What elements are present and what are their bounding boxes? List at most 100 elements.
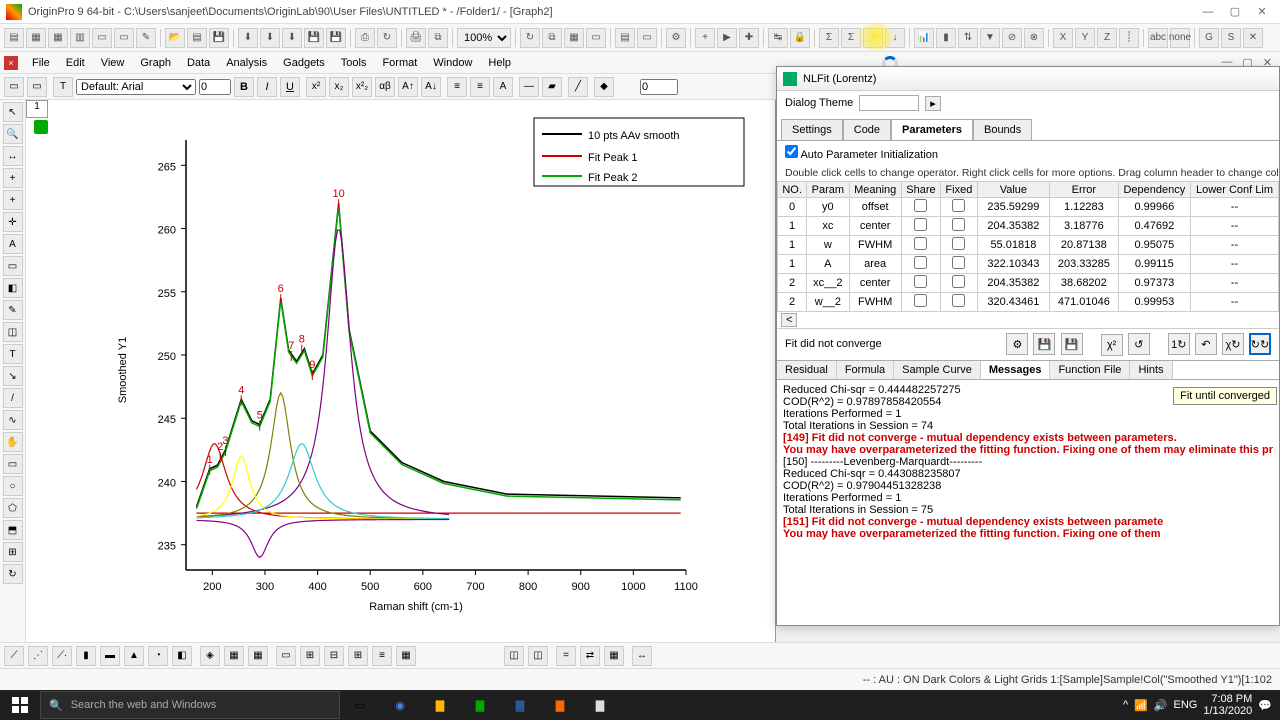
mask-tool-icon[interactable]: ◧ <box>3 278 23 298</box>
tray-up-icon[interactable]: ^ <box>1123 699 1128 711</box>
import-single-icon[interactable]: ⬇ <box>260 28 280 48</box>
lock-icon[interactable]: 🔒 <box>790 28 810 48</box>
param-row[interactable]: 0y0offset235.592991.122830.99966-- <box>778 198 1279 217</box>
region-tool-icon[interactable]: ◫ <box>3 322 23 342</box>
pan-tool-icon[interactable]: ↔ <box>3 146 23 166</box>
duplicate-icon[interactable]: ⧉ <box>428 28 448 48</box>
rescale-icon[interactable]: ↔ <box>632 646 652 666</box>
text-tool-icon[interactable]: T <box>3 344 23 364</box>
scroll-left-icon[interactable]: < <box>781 313 797 327</box>
lower-tab-messages[interactable]: Messages <box>981 361 1051 379</box>
new-matrix-icon[interactable]: ▦ <box>48 28 68 48</box>
font-button-icon[interactable]: T <box>53 77 73 97</box>
zoom-in-tool-icon[interactable]: 🔍 <box>3 124 23 144</box>
menu-analysis[interactable]: Analysis <box>218 55 275 71</box>
digitizer-icon[interactable]: ✚ <box>739 28 759 48</box>
mask-icon[interactable]: ⊘ <box>1002 28 1022 48</box>
parameter-table[interactable]: NO.ParamMeaningShareFixedValueErrorDepen… <box>777 181 1279 311</box>
tray-language-icon[interactable]: ENG <box>1174 699 1198 711</box>
open-icon[interactable]: 📂 <box>165 28 185 48</box>
filter-icon[interactable]: ▼ <box>980 28 1000 48</box>
menu-format[interactable]: Format <box>374 55 425 71</box>
menu-gadgets[interactable]: Gadgets <box>275 55 333 71</box>
multi-y-icon[interactable]: ≡ <box>372 646 392 666</box>
3d-plot-icon[interactable]: ◧ <box>172 646 192 666</box>
excel-icon[interactable]: ▇ <box>460 690 500 720</box>
save-icon[interactable]: 💾 <box>209 28 229 48</box>
image-icon[interactable]: ▦ <box>248 646 268 666</box>
minimize-button[interactable]: — <box>1196 6 1220 18</box>
lower-tab-function-file[interactable]: Function File <box>1050 361 1130 379</box>
param-row[interactable]: 1xccenter204.353823.187760.47692-- <box>778 217 1279 236</box>
nlfit-tab-settings[interactable]: Settings <box>781 119 843 140</box>
underline-button[interactable]: U <box>280 77 300 97</box>
draw-tool-icon[interactable]: ✎ <box>3 300 23 320</box>
save-project-icon[interactable]: 💾 <box>304 28 324 48</box>
show-mask-icon[interactable]: ▦ <box>604 646 624 666</box>
panel-icon[interactable]: ⊞ <box>348 646 368 666</box>
import-multi-icon[interactable]: ⬇ <box>282 28 302 48</box>
subscript-icon[interactable]: x₂ <box>329 77 349 97</box>
file-explorer-icon[interactable]: ▇ <box>420 690 460 720</box>
remove-mask-icon[interactable]: ⊗ <box>1024 28 1044 48</box>
recalc-lock-icon[interactable] <box>34 120 48 134</box>
lower-tab-hints[interactable]: Hints <box>1130 361 1172 379</box>
pie-plot-icon[interactable]: ◔ <box>148 646 168 666</box>
bold-button[interactable]: B <box>234 77 254 97</box>
increase-font-icon[interactable]: A↑ <box>398 77 418 97</box>
hand-tool-icon[interactable]: ✋ <box>3 432 23 452</box>
refresh-icon[interactable]: ↻ <box>520 28 540 48</box>
origin-taskbar-icon[interactable]: ▇ <box>540 690 580 720</box>
batch-icon[interactable]: ⎙ <box>355 28 375 48</box>
align-left-icon[interactable]: ≡ <box>447 77 467 97</box>
chrome-icon[interactable]: ◉ <box>380 690 420 720</box>
menu-window[interactable]: Window <box>425 55 480 71</box>
column-plot-icon[interactable]: ▮ <box>76 646 96 666</box>
word-icon[interactable]: ▇ <box>500 690 540 720</box>
font-color-icon[interactable]: A <box>493 77 513 97</box>
mask-range-icon[interactable]: = <box>556 646 576 666</box>
slide-show-icon[interactable]: ▶ <box>717 28 737 48</box>
lower-tab-formula[interactable]: Formula <box>837 361 894 379</box>
surface-icon[interactable]: ▦ <box>224 646 244 666</box>
line-plot-icon[interactable]: ⟋ <box>4 646 24 666</box>
data-reader-tool-icon[interactable]: + <box>3 190 23 210</box>
new-color-icon[interactable]: ▦ <box>564 28 584 48</box>
add-column-icon[interactable]: + <box>695 28 715 48</box>
group-icon[interactable]: G <box>1199 28 1219 48</box>
polygon-tool-icon[interactable]: ⬠ <box>3 498 23 518</box>
font-size-input[interactable] <box>199 79 231 95</box>
font-select[interactable]: Default: Arial <box>76 79 196 95</box>
err-icon[interactable]: ┊ <box>1119 28 1139 48</box>
copy-format-icon[interactable]: ▭ <box>27 77 47 97</box>
menu-edit[interactable]: Edit <box>58 55 93 71</box>
insert-tool-icon[interactable]: ⊞ <box>3 542 23 562</box>
mdi-close-icon[interactable]: × <box>4 56 18 70</box>
decrease-font-icon[interactable]: A↓ <box>421 77 441 97</box>
theme-organizer-icon[interactable]: ▭ <box>4 77 24 97</box>
fit-back-icon[interactable]: ↶ <box>1195 333 1217 355</box>
menu-file[interactable]: File <box>24 55 58 71</box>
taskbar-search[interactable]: 🔍 Search the web and Windows <box>40 691 340 719</box>
messages-pane[interactable]: Reduced Chi-sqr = 0.444482257275COD(R^2)… <box>777 380 1279 588</box>
template-icon[interactable]: ▭ <box>276 646 296 666</box>
fit-1iter-icon[interactable]: 1↻ <box>1168 333 1190 355</box>
menu-view[interactable]: View <box>93 55 133 71</box>
nlfit-tab-parameters[interactable]: Parameters <box>891 119 973 140</box>
greek-icon[interactable]: αβ <box>375 77 395 97</box>
task-view-icon[interactable]: ▭ <box>340 690 380 720</box>
tray-clock[interactable]: 7:08 PM1/13/2020 <box>1203 693 1252 717</box>
new-layout-icon[interactable]: ▭ <box>114 28 134 48</box>
fit-converge-icon[interactable]: χ↻ <box>1222 333 1244 355</box>
supersubscript-icon[interactable]: x²₂ <box>352 77 372 97</box>
dialog-theme-input[interactable] <box>859 95 919 111</box>
fill-color-icon[interactable]: ▰ <box>542 77 562 97</box>
close-button[interactable]: ✕ <box>1250 5 1274 18</box>
lower-tab-sample-curve[interactable]: Sample Curve <box>894 361 981 379</box>
curve-tool-icon[interactable]: ∿ <box>3 410 23 430</box>
scatter-plot-icon[interactable]: ⋰ <box>28 646 48 666</box>
selection-tool-icon[interactable]: ▭ <box>3 256 23 276</box>
command-window-icon[interactable]: ▭ <box>637 28 657 48</box>
fit-profile-icon[interactable]: ⚙ <box>1006 333 1028 355</box>
contour-icon[interactable]: ◈ <box>200 646 220 666</box>
